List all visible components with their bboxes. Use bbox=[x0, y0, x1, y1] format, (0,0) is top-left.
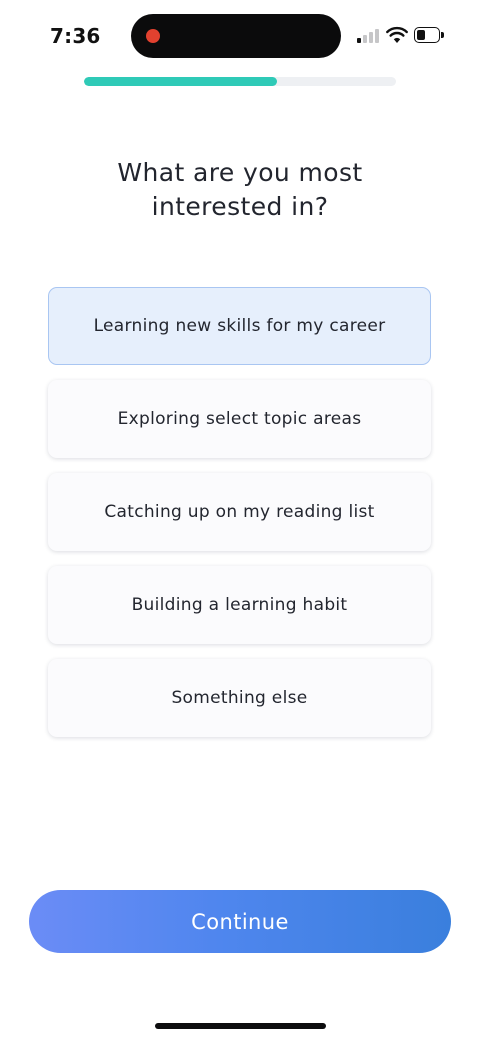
option-label: Exploring select topic areas bbox=[117, 409, 362, 429]
option-learning-habit[interactable]: Building a learning habit bbox=[48, 566, 431, 644]
option-label: Catching up on my reading list bbox=[104, 502, 375, 522]
home-indicator bbox=[155, 1023, 326, 1029]
status-time: 7:36 bbox=[50, 24, 101, 48]
cellular-signal-icon bbox=[357, 29, 379, 43]
option-something-else[interactable]: Something else bbox=[48, 659, 431, 737]
continue-button[interactable]: Continue bbox=[29, 890, 451, 953]
wifi-icon bbox=[386, 26, 408, 43]
option-label: Something else bbox=[171, 688, 308, 708]
dynamic-island bbox=[131, 14, 341, 58]
battery-icon bbox=[414, 27, 444, 43]
options-list: Learning new skills for my career Explor… bbox=[48, 287, 432, 752]
progress-fill bbox=[84, 77, 278, 86]
progress-bar bbox=[84, 77, 396, 86]
option-label: Building a learning habit bbox=[131, 595, 348, 615]
status-bar: 7:36 bbox=[0, 0, 480, 72]
option-topic-areas[interactable]: Exploring select topic areas bbox=[48, 380, 431, 458]
recording-dot-icon bbox=[146, 29, 160, 43]
option-label: Learning new skills for my career bbox=[93, 316, 386, 336]
question-title: What are you most interested in? bbox=[117, 158, 363, 221]
option-career-skills[interactable]: Learning new skills for my career bbox=[48, 287, 431, 365]
option-reading-list[interactable]: Catching up on my reading list bbox=[48, 473, 431, 551]
